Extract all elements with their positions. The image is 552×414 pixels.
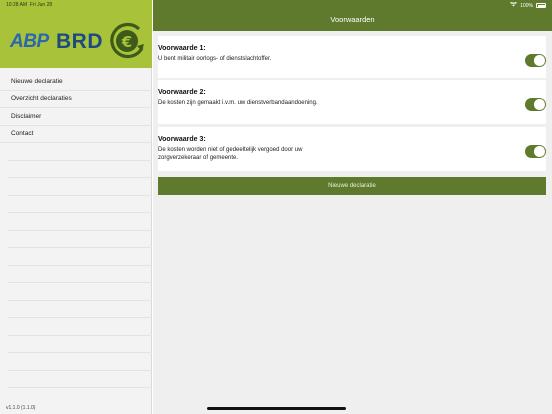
sidebar-empty-row	[8, 353, 152, 371]
sidebar-empty-row	[8, 231, 152, 248]
home-indicator[interactable]	[207, 407, 346, 410]
wifi-icon	[510, 1, 518, 9]
condition-card-1: Voorwaarde 1: U bent militair oorlogs- o…	[158, 36, 546, 78]
sidebar-empty-row	[8, 143, 152, 161]
condition-1-toggle[interactable]	[525, 54, 546, 67]
sidebar-empty-row	[8, 178, 152, 196]
condition-title: Voorwaarde 3:	[158, 136, 206, 143]
sidebar-item-disclaimer[interactable]: Disclaimer	[0, 108, 152, 126]
condition-card-3: Voorwaarde 3: De kosten worden niet of g…	[158, 127, 546, 171]
condition-card-2: Voorwaarde 2: De kosten zijn gemaakt i.v…	[158, 80, 546, 124]
condition-2-toggle[interactable]	[525, 98, 546, 111]
status-bar: 10:28 AM Fri Jun 28 100%	[0, 0, 552, 9]
sidebar-empty-row	[8, 318, 152, 336]
logo-text-brd: BRD	[56, 30, 103, 53]
sidebar-empty-row	[8, 301, 152, 318]
condition-3-toggle[interactable]	[525, 145, 546, 158]
sidebar-empty-row	[8, 161, 152, 178]
sidebar: ABP BRD € Nieuwe declaratie Overzicht de…	[0, 0, 152, 414]
logo: ABP BRD €	[0, 0, 152, 68]
status-time: 10:28 AM Fri Jun 28	[6, 2, 53, 8]
new-declaration-button[interactable]: Nieuwe declaratie	[158, 177, 546, 195]
condition-text: De kosten zijn gemaakt i.v.m. uw dienstv…	[158, 100, 318, 106]
battery-icon	[536, 3, 546, 8]
sidebar-empty-row	[8, 266, 152, 283]
app-version: v1.1.0 (1.1.0)	[6, 405, 36, 411]
condition-text: U bent militair oorlogs- of dienstslacht…	[158, 56, 272, 62]
sidebar-empty-row	[8, 283, 152, 301]
sidebar-empty-row	[8, 196, 152, 213]
logo-text-abp: ABP	[10, 31, 49, 52]
sidebar-item-nieuwe-declaratie[interactable]: Nieuwe declaratie	[0, 73, 152, 91]
condition-text: De kosten worden niet of gedeeltelijk ve…	[158, 147, 303, 161]
sidebar-empty-row	[8, 336, 152, 353]
sidebar-empty-row	[8, 248, 152, 266]
sidebar-menu: Nieuwe declaratie Overzicht declaraties …	[0, 73, 152, 388]
condition-title: Voorwaarde 2:	[158, 89, 206, 96]
battery-percent: 100%	[520, 2, 533, 9]
sidebar-empty-row	[8, 371, 152, 388]
sidebar-item-contact[interactable]: Contact	[0, 126, 152, 143]
svg-text:€: €	[121, 33, 132, 51]
sidebar-item-overzicht-declaraties[interactable]: Overzicht declaraties	[0, 91, 152, 108]
condition-title: Voorwaarde 1:	[158, 45, 206, 52]
euro-icon: €	[110, 22, 144, 59]
main-panel: Voorwaarden Voorwaarde 1: U bent militai…	[153, 0, 552, 414]
sidebar-empty-row	[8, 213, 152, 231]
status-right: 100%	[510, 1, 546, 9]
page-title: Voorwaarden	[330, 15, 375, 24]
